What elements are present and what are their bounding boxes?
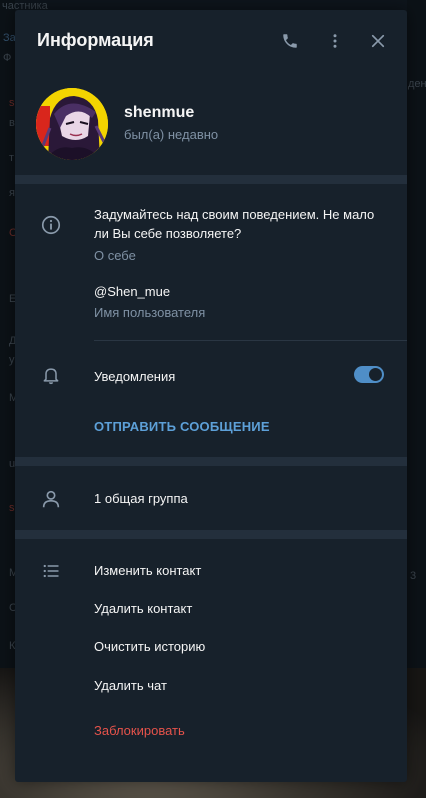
user-icon bbox=[40, 488, 62, 510]
close-icon bbox=[371, 34, 385, 48]
notifications-toggle[interactable] bbox=[354, 366, 384, 383]
more-vertical-icon bbox=[333, 34, 337, 48]
username-label: Имя пользователя bbox=[94, 305, 206, 320]
delete-contact-button[interactable]: Удалить контакт bbox=[94, 601, 192, 616]
profile-status: был(а) недавно bbox=[124, 127, 219, 142]
notifications-label: Уведомления bbox=[94, 369, 176, 384]
close-button[interactable] bbox=[365, 28, 391, 54]
profile-name: shenmue bbox=[124, 104, 195, 121]
section-separator bbox=[15, 175, 407, 184]
profile-section: shenmue был(а) недавно bbox=[15, 88, 407, 172]
avatar-image bbox=[36, 88, 108, 160]
dialog-title: Информация bbox=[37, 30, 154, 50]
clear-history-button[interactable]: Очистить историю bbox=[94, 639, 205, 654]
block-user-button[interactable]: Заблокировать bbox=[94, 723, 185, 738]
delete-chat-button[interactable]: Удалить чат bbox=[94, 678, 167, 693]
bio-text[interactable]: Задумайтесь над своим поведением. Не мал… bbox=[94, 205, 384, 243]
divider bbox=[94, 340, 407, 341]
edit-contact-button[interactable]: Изменить контакт bbox=[94, 563, 201, 578]
username-text[interactable]: @Shen_mue bbox=[94, 282, 170, 301]
bio-label: О себе bbox=[94, 248, 136, 263]
bell-icon bbox=[40, 364, 62, 386]
more-button[interactable] bbox=[322, 28, 348, 54]
section-separator bbox=[15, 530, 407, 539]
info-icon bbox=[40, 214, 62, 236]
user-info-dialog: Информация shenmue был(а) недавно Задума… bbox=[15, 10, 407, 782]
toggle-knob bbox=[369, 368, 382, 381]
list-icon bbox=[40, 560, 62, 582]
call-button[interactable] bbox=[277, 28, 303, 54]
avatar[interactable] bbox=[36, 88, 108, 160]
phone-icon bbox=[283, 34, 297, 48]
common-groups-link[interactable]: 1 общая группа bbox=[94, 489, 188, 508]
section-separator bbox=[15, 457, 407, 466]
dialog-header: Информация bbox=[15, 10, 407, 72]
send-message-button[interactable]: ОТПРАВИТЬ СООБЩЕНИЕ bbox=[94, 419, 270, 434]
